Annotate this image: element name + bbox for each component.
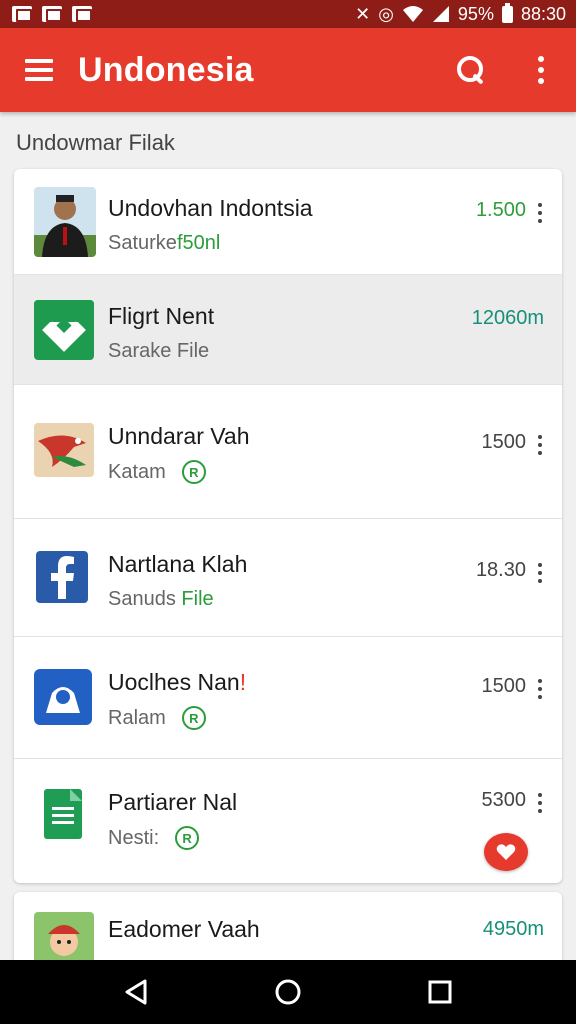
item-more-icon[interactable] — [538, 793, 544, 813]
heart-icon — [496, 844, 516, 860]
section-header: Undowmar Filak — [16, 130, 175, 155]
item-subtitle: Katam R — [108, 460, 250, 484]
item-title-accent: ! — [239, 669, 247, 695]
app-bar: Undonesia — [0, 28, 576, 112]
notification-icons — [12, 6, 92, 22]
item-title: Uoclhes Nan! — [108, 669, 246, 696]
list-item[interactable]: Undovhan Indontsia Saturkef50nl 1.500 — [14, 169, 562, 275]
item-title: Unndarar Vah — [108, 423, 250, 449]
item-subtitle-prefix: Ralam — [108, 706, 166, 729]
item-value: 12060m — [471, 307, 544, 329]
item-subtitle: Nesti: R — [108, 826, 237, 850]
notification-fab[interactable] — [484, 833, 528, 871]
item-title-text: Uoclhes Nan — [108, 669, 240, 695]
recording-badge-icon: R — [181, 706, 206, 730]
item-text: Undovhan Indontsia Saturkef50nl — [108, 195, 313, 255]
recording-badge-icon: R — [181, 460, 206, 484]
more-vert-icon — [538, 56, 544, 84]
home-button[interactable] — [258, 962, 318, 1022]
item-more-icon[interactable] — [538, 203, 544, 223]
battery-icon — [501, 2, 513, 23]
list-item[interactable]: Unndarar Vah Katam R 1500 — [14, 385, 562, 519]
item-value: 5300 — [481, 789, 527, 811]
list-item[interactable]: Fligrt Nent Sarake File 12060m — [14, 275, 562, 385]
item-title: Undovhan Indontsia — [108, 195, 313, 221]
item-title: Partiarer Nal — [108, 789, 238, 815]
item-title: Nartlana Klah — [108, 551, 248, 577]
item-text: Unndarar Vah Katam R — [108, 423, 250, 484]
list-item[interactable]: Nartlana Klah Sanuds File 18.30 — [14, 519, 562, 637]
app-title: Undonesia — [78, 50, 254, 89]
item-subtitle: Ralam R — [108, 706, 246, 730]
message-notification-icon — [42, 6, 62, 22]
system-indicators: ✕ ◎ 95% 88:30 — [355, 2, 566, 25]
list-item[interactable]: Partiarer Nal Nesti: R 5300 — [14, 759, 562, 883]
recents-button[interactable] — [410, 962, 470, 1022]
item-value: 1500 — [481, 431, 527, 453]
item-subtitle-accent: f50nl — [176, 232, 221, 254]
wifi-icon — [402, 6, 423, 22]
item-more-icon[interactable] — [538, 563, 544, 583]
item-title: Eadomer Vaah — [108, 916, 260, 942]
back-button[interactable] — [106, 962, 166, 1022]
item-text: Nartlana Klah Sanuds File — [108, 551, 247, 611]
blue-app-icon — [34, 669, 92, 725]
item-subtitle-prefix: Saturke — [108, 232, 177, 254]
item-value: 1500 — [481, 675, 527, 697]
item-value: 18.30 — [475, 559, 526, 581]
clock: 88:30 — [520, 3, 566, 24]
person-photo-icon — [34, 187, 96, 257]
item-subtitle: Sarake File — [108, 340, 214, 363]
item-subtitle-prefix: Nesti: — [108, 826, 160, 849]
item-value: 4950m — [482, 918, 544, 940]
recents-icon — [428, 980, 452, 1004]
signal-icon — [432, 6, 449, 22]
home-icon — [275, 979, 301, 1005]
green-app-icon — [34, 300, 94, 360]
photo-notification-icon — [72, 6, 92, 22]
list-item[interactable]: Uoclhes Nan! Ralam R 1500 — [14, 637, 562, 759]
search-icon — [457, 56, 485, 84]
sheets-icon — [44, 789, 82, 839]
item-text: Uoclhes Nan! Ralam R — [108, 669, 246, 730]
file-list: Undovhan Indontsia Saturkef50nl 1.500 Fl… — [14, 169, 562, 883]
status-bar: ✕ ◎ 95% 88:30 — [0, 0, 576, 28]
recording-badge-icon: R — [175, 826, 200, 850]
item-subtitle-accent: File — [181, 588, 214, 610]
item-text: Partiarer Nal Nesti: R — [108, 789, 237, 850]
back-icon — [125, 979, 147, 1005]
item-subtitle: Saturkef50nl — [108, 232, 313, 255]
item-title: Fligrt Nent — [108, 303, 215, 329]
facebook-icon — [36, 551, 88, 603]
item-text: Fligrt Nent Sarake File — [108, 303, 214, 363]
hamburger-icon — [25, 59, 53, 81]
item-text: Eadomer Vaah — [108, 916, 260, 943]
mute-icon: ✕ — [355, 4, 371, 24]
item-value: 1.500 — [475, 199, 526, 221]
item-subtitle: Sanuds File — [108, 588, 247, 611]
flag-bird-icon — [34, 423, 94, 477]
battery-percent: 95% — [457, 3, 494, 24]
overflow-menu-button[interactable] — [506, 28, 576, 112]
item-more-icon[interactable] — [538, 679, 544, 699]
item-more-icon[interactable] — [538, 435, 544, 455]
system-nav-bar — [0, 960, 576, 1024]
item-subtitle-prefix: Katam — [108, 460, 166, 483]
gallery-notification-icon — [12, 6, 32, 22]
item-subtitle-prefix: Sarake File — [108, 340, 210, 362]
menu-button[interactable] — [0, 28, 78, 112]
item-subtitle-prefix: Sanuds — [108, 588, 176, 610]
search-button[interactable] — [436, 28, 506, 112]
alarm-icon: ◎ — [378, 4, 394, 24]
